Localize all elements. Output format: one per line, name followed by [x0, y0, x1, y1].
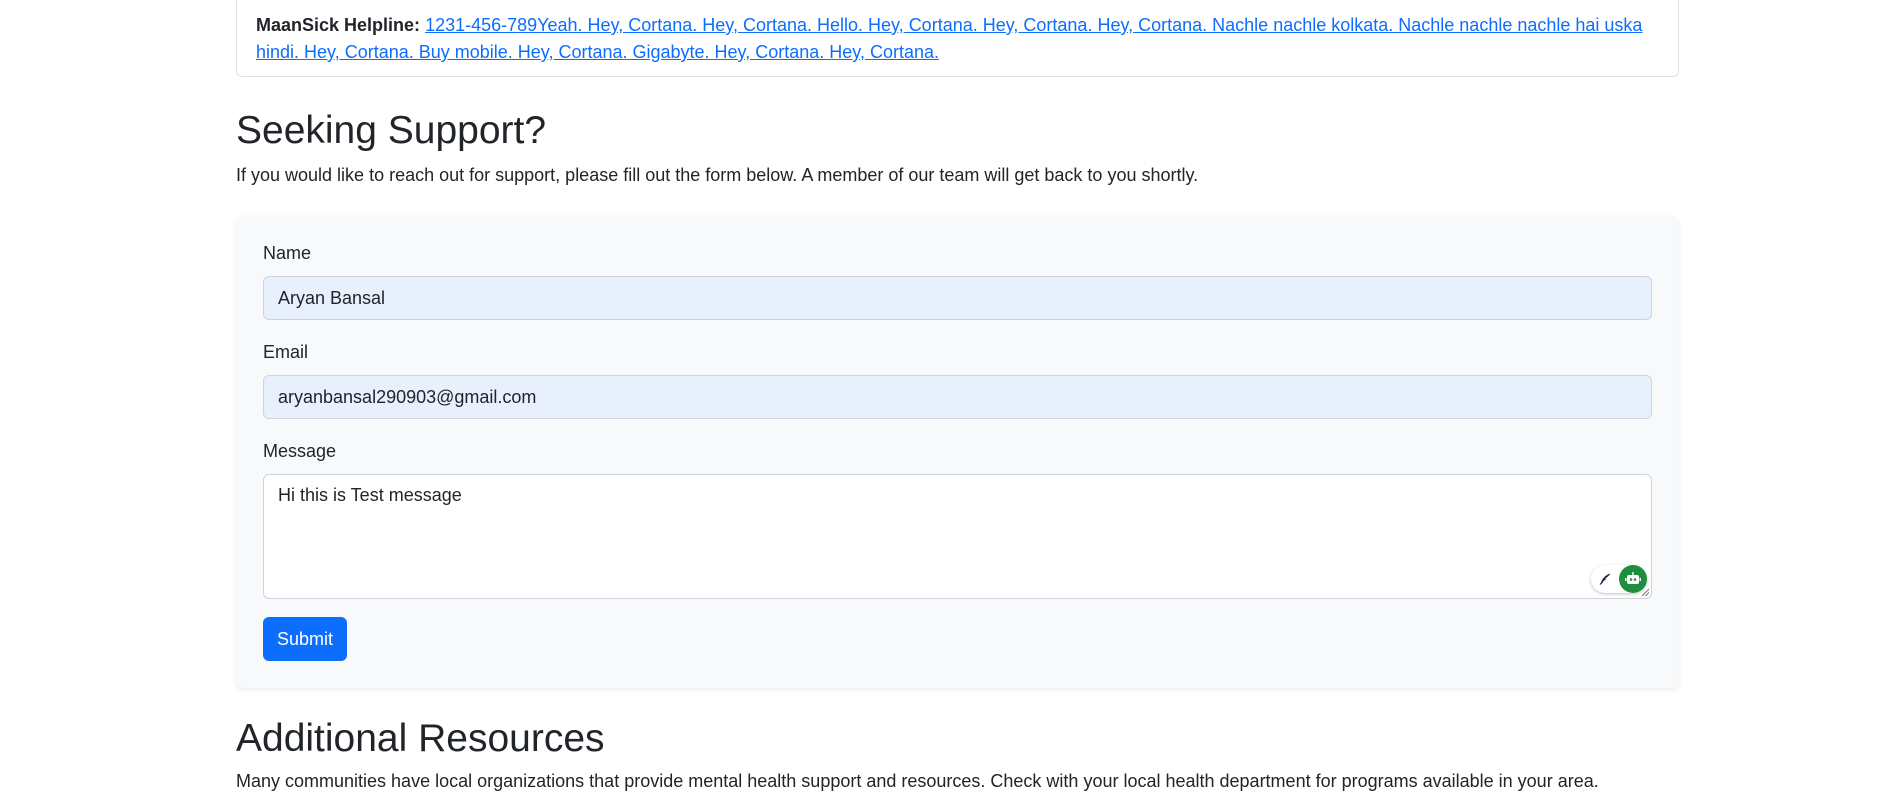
message-value: Hi this is Test message: [278, 485, 462, 505]
resources-description: Many communities have local organization…: [236, 771, 1599, 791]
email-value: aryanbansal290903@gmail.com: [278, 386, 537, 407]
resize-grip-icon[interactable]: [1640, 587, 1650, 597]
quill-pen-icon[interactable]: [1591, 565, 1619, 593]
message-textarea[interactable]: Hi this is Test message: [263, 474, 1652, 599]
name-label: Name: [263, 243, 312, 263]
name-value: Aryan Bansal: [278, 287, 386, 308]
support-description: If you would like to reach out for suppo…: [236, 165, 1199, 185]
support-title: Seeking Support?: [236, 109, 547, 152]
resources-title: Additional Resources: [236, 717, 605, 760]
email-input[interactable]: aryanbansal290903@gmail.com: [263, 375, 1652, 419]
textarea-tools: [1591, 565, 1647, 593]
message-label: Message: [263, 441, 337, 461]
email-label: Email: [263, 342, 309, 362]
helpline-label: MaanSick Helpline:: [256, 15, 421, 35]
email-group: Email aryanbansal290903@gmail.com: [263, 341, 1652, 419]
name-input[interactable]: Aryan Bansal: [263, 276, 1652, 320]
main-container: MaanSick Helpline: 1231-456-789Yeah. Hey…: [236, 0, 1679, 795]
support-form: Name Aryan Bansal Email aryanbansal29090…: [236, 216, 1679, 688]
name-group: Name Aryan Bansal: [263, 242, 1652, 320]
helpline-box: MaanSick Helpline: 1231-456-789Yeah. Hey…: [236, 0, 1679, 77]
message-group: Message Hi this is Test message: [263, 440, 1652, 599]
helpline-link[interactable]: 1231-456-789Yeah. Hey, Cortana. Hey, Cor…: [256, 15, 1642, 62]
submit-button[interactable]: Submit: [263, 617, 348, 661]
